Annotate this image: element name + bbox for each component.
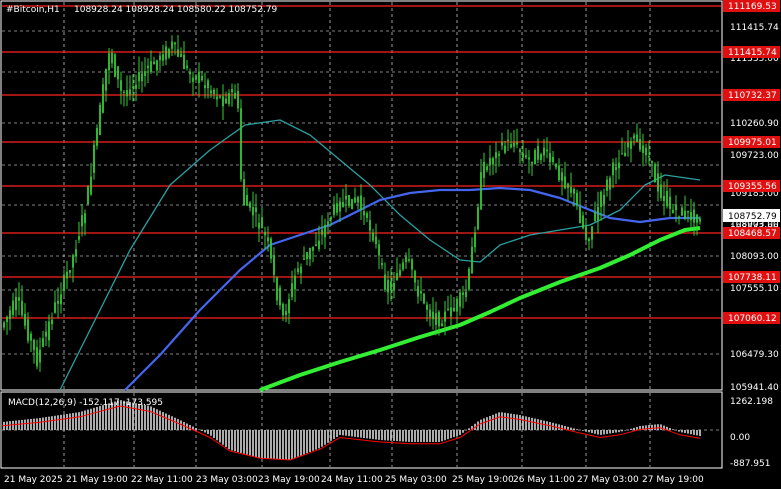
price-tick: 107555.10: [730, 284, 779, 294]
price-tick: 109723.00: [730, 151, 779, 161]
macd-tick-low: -887.951: [730, 459, 770, 469]
price-tick: 105941.40: [730, 383, 779, 393]
time-label: 22 May 11:00: [131, 475, 193, 485]
level-tag-label: 107738.11: [728, 273, 777, 283]
level-tags: 111169.53 111415.74 110732.37 109975.01 1093…: [723, 0, 780, 324]
price-tick: 110260.90: [730, 119, 779, 129]
level-tag-label: 111415.74: [728, 48, 777, 58]
price-tick: 108093.00: [730, 252, 779, 262]
time-label: 23 May 19:00: [258, 475, 320, 485]
level-tag-label: 108468.57: [728, 229, 777, 239]
time-label: 25 May 03:00: [385, 475, 447, 485]
time-label: 21 May 2025: [4, 475, 63, 485]
level-tag-label: 109355.56: [728, 182, 777, 192]
time-label: 24 May 11:00: [321, 475, 383, 485]
level-tag-label: 107060.12: [728, 314, 777, 324]
time-label: 27 May 19:00: [642, 475, 704, 485]
current-price: 108752.79: [728, 212, 777, 222]
time-axis: 21 May 2025 21 May 19:00 22 May 11:00 23 Ma…: [4, 475, 704, 485]
time-label: 26 May 11:00: [513, 475, 575, 485]
time-label: 27 May 03:00: [577, 475, 639, 485]
macd-tick-zero: 0.00: [730, 433, 750, 443]
level-tag-label: 110732.37: [728, 91, 777, 101]
level-tag-label: 111169.53: [728, 2, 777, 12]
time-label: 23 May 03:00: [196, 475, 258, 485]
macd-label: MACD(12,26,9) -152.117 -173.595: [8, 398, 163, 408]
time-label: 25 May 19:00: [452, 475, 514, 485]
macd-tick-high: 1262.198: [730, 397, 773, 407]
trading-chart[interactable]: #Bitcoin,H1 108928.24 108928.24 108580.2…: [0, 0, 781, 489]
price-tick: 106479.30: [730, 350, 779, 360]
level-tag-label: 109975.01: [728, 138, 777, 148]
price-tick: 111415.74: [730, 23, 779, 33]
time-label: 21 May 19:00: [66, 475, 128, 485]
price-axis: 111415.74111335.00110260.90109723.001091…: [730, 23, 779, 393]
ohlc-readout: 108928.24 108928.24 108580.22 108752.79: [74, 5, 278, 15]
chart-title: #Bitcoin,H1: [6, 5, 60, 15]
